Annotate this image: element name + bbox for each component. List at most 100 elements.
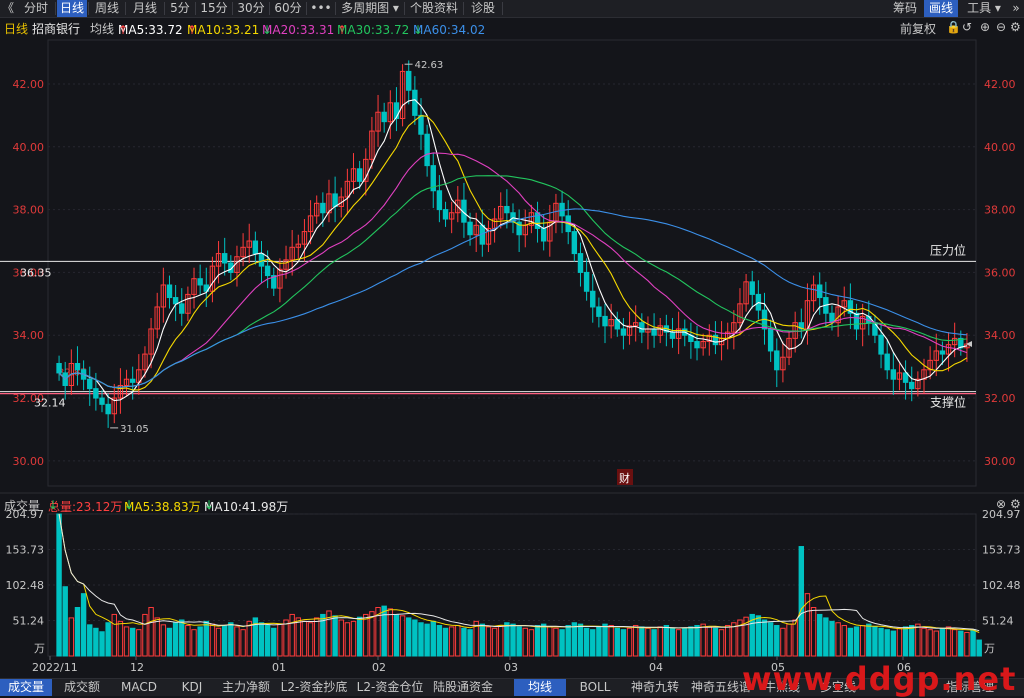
- indicator-tab[interactable]: KDJ: [170, 679, 214, 696]
- candle-body: [651, 328, 657, 336]
- volume-bar: [639, 626, 645, 657]
- volume-tick-label-left: 51.24: [13, 615, 45, 628]
- volume-bar: [780, 627, 786, 657]
- candle-body: [87, 378, 93, 390]
- volume-bar: [755, 615, 762, 657]
- candle-body: [172, 297, 179, 305]
- volume-bar: [553, 627, 559, 657]
- candle-body: [221, 253, 228, 264]
- volume-bar: [706, 626, 713, 657]
- volume-bar: [209, 623, 216, 657]
- volume-bar: [246, 620, 252, 657]
- volume-tick-label-right: 153.73: [982, 543, 1021, 556]
- candle-body: [74, 363, 81, 371]
- volume-bar: [718, 629, 725, 657]
- volume-bar: [534, 625, 541, 657]
- volume-bar: [675, 629, 682, 657]
- volume-bar: [148, 607, 154, 657]
- candle-body: [99, 397, 105, 405]
- price-tick-label-right: 32.00: [984, 392, 1016, 405]
- indicator-tab[interactable]: 均线: [514, 679, 566, 696]
- volume-bar: [823, 617, 829, 657]
- indicator-tab[interactable]: L2-资金仓位: [354, 679, 426, 696]
- volume-bar: [277, 623, 283, 657]
- volume-bar: [835, 622, 841, 657]
- candle-body: [749, 281, 755, 295]
- volume-bar: [93, 627, 99, 657]
- price-tick-label-left: 40.00: [13, 141, 45, 154]
- volume-bar: [890, 630, 897, 657]
- price-panel-frame: [47, 39, 977, 487]
- price-tick-label-left: 34.00: [13, 329, 45, 342]
- x-tick-label: 2022/11: [32, 661, 78, 674]
- arrow-down-icon: ↓: [48, 498, 59, 512]
- candle-body: [56, 363, 62, 374]
- kline-chart[interactable]: 30.00 30.0032.00 32.0034.00 34.0036.00 36.00…: [0, 0, 1024, 695]
- candle-body: [884, 353, 890, 371]
- candle-body: [442, 209, 449, 220]
- volume-bar: [166, 627, 173, 657]
- volume-bar: [123, 626, 130, 657]
- volume-bar: [694, 625, 700, 657]
- candle-body: [602, 315, 608, 327]
- volume-bar: [307, 622, 314, 657]
- volume-ma5-line: [58, 513, 980, 634]
- volume-bar: [964, 631, 970, 657]
- volume-bar: [602, 623, 608, 657]
- indicator-tab[interactable]: 成交额: [56, 679, 108, 696]
- high-label: 42.63: [415, 60, 444, 71]
- indicator-tab[interactable]: BOLL: [570, 679, 620, 696]
- volume-bar: [381, 605, 387, 657]
- volume-bar: [829, 620, 835, 657]
- volume-bar: [448, 626, 455, 657]
- volume-bar: [939, 627, 946, 657]
- candle-body: [540, 227, 547, 242]
- volume-bar: [393, 613, 400, 657]
- arrow-down-icon: ↓: [124, 498, 135, 512]
- volume-bar: [240, 629, 246, 657]
- volume-bar: [559, 629, 565, 657]
- volume-bar: [203, 620, 209, 657]
- volume-bar: [970, 629, 976, 657]
- candle-body: [577, 253, 584, 273]
- candle-body: [406, 70, 412, 91]
- volume-tick-label-left: 153.73: [6, 543, 45, 556]
- close-panel-icon[interactable]: ⊗: [996, 497, 1006, 511]
- candle-body: [332, 193, 338, 207]
- indicator-tab[interactable]: L2-资金抄底: [278, 679, 350, 696]
- indicator-tab[interactable]: 神奇九转: [624, 679, 686, 696]
- volume-bar: [951, 629, 958, 657]
- arrow-down-icon: ↓: [204, 498, 215, 512]
- volume-tick-label-right: 51.24: [982, 615, 1014, 628]
- indicator-tab[interactable]: 主力净额: [218, 679, 274, 696]
- settings-icon[interactable]: ⚙: [1010, 497, 1021, 511]
- candle-body: [252, 240, 259, 255]
- volume-bar: [620, 629, 627, 657]
- fin-badge: 财: [619, 471, 630, 485]
- volume-bar: [528, 629, 535, 657]
- volume-bar: [271, 627, 277, 657]
- candle-body: [590, 290, 596, 308]
- volume-bar: [406, 617, 412, 657]
- volume-bar: [418, 622, 424, 657]
- x-tick-label: 02: [372, 661, 386, 674]
- volume-bar: [234, 626, 240, 657]
- volume-ma10-text: MA10:41.98万: [204, 500, 289, 514]
- x-tick-label: 04: [649, 661, 663, 674]
- price-tick-label-right: 42.00: [984, 78, 1016, 91]
- indicator-tab[interactable]: MACD: [112, 679, 166, 696]
- volume-bar: [87, 624, 93, 657]
- volume-bar: [68, 617, 75, 657]
- volume-bar: [902, 626, 909, 657]
- indicator-tab[interactable]: 成交量: [0, 679, 52, 696]
- indicator-tab[interactable]: 陆股通资金: [430, 679, 496, 696]
- candle-body: [909, 381, 915, 390]
- volume-bar: [645, 627, 651, 657]
- volume-bar: [313, 617, 320, 657]
- candle-body: [320, 202, 326, 214]
- volume-bar: [927, 629, 933, 657]
- candle-body: [418, 114, 424, 135]
- candle-body: [939, 350, 946, 355]
- volume-unit-label-right: 万: [984, 642, 995, 655]
- volume-bar: [491, 627, 498, 657]
